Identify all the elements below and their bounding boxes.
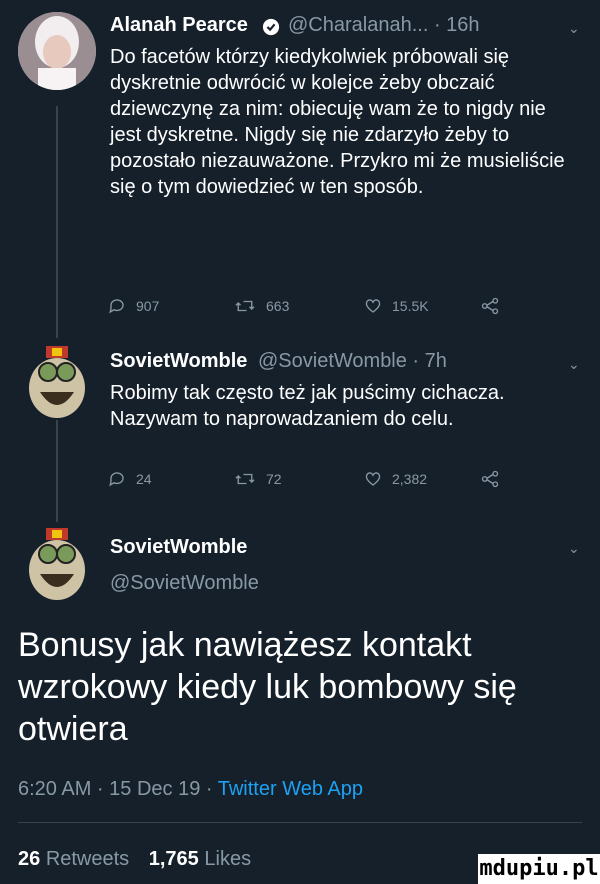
reply-button[interactable]: 24 bbox=[108, 470, 152, 488]
engagement-stats: 26 Retweets 1,765 Likes bbox=[18, 848, 251, 871]
reply-button[interactable]: 907 bbox=[108, 297, 159, 315]
like-button[interactable]: 2,382 bbox=[364, 470, 427, 488]
reply-icon bbox=[109, 299, 124, 314]
tweet2-meta: @SovietWomble · 7h bbox=[258, 350, 447, 372]
reply-count: 907 bbox=[136, 298, 160, 314]
retweet-total[interactable]: 26 bbox=[18, 848, 40, 870]
like-total-label[interactable]: Likes bbox=[204, 848, 251, 870]
like-count: 15.5K bbox=[392, 298, 429, 314]
retweet-button[interactable]: 663 bbox=[234, 297, 289, 315]
chevron-down-icon[interactable]: ⌄ bbox=[568, 540, 580, 557]
avatar[interactable] bbox=[18, 342, 96, 420]
avatar-image bbox=[18, 342, 96, 420]
thread-line bbox=[56, 418, 58, 522]
like-total[interactable]: 1,765 bbox=[149, 848, 199, 870]
tweet2-text: Robimy tak często też jak puścimy cichac… bbox=[110, 382, 505, 430]
heart-icon bbox=[365, 472, 381, 486]
retweet-total-label[interactable]: Retweets bbox=[46, 848, 129, 870]
retweet-icon bbox=[235, 473, 255, 485]
retweet-icon bbox=[235, 300, 255, 312]
chevron-down-icon[interactable]: ⌄ bbox=[568, 20, 580, 37]
tweet-timestamp: 6:20 AM · 15 Dec 19 · Twitter Web App bbox=[18, 778, 363, 801]
share-button[interactable] bbox=[480, 297, 500, 315]
retweet-count: 663 bbox=[266, 298, 290, 314]
retweet-count: 72 bbox=[266, 471, 282, 487]
avatar-image bbox=[18, 12, 96, 90]
watermark: mdupiu.pl bbox=[478, 854, 600, 884]
avatar[interactable] bbox=[18, 524, 96, 602]
like-button[interactable]: 15.5K bbox=[364, 297, 429, 315]
like-count: 2,382 bbox=[392, 471, 428, 487]
chevron-down-icon[interactable]: ⌄ bbox=[568, 356, 580, 373]
retweet-button[interactable]: 72 bbox=[234, 470, 282, 488]
timestamp-text: 6:20 AM · 15 Dec 19 · bbox=[18, 778, 218, 800]
main-tweet-text: Bonusy jak nawiążesz kontakt wzrokowy ki… bbox=[18, 626, 517, 748]
share-icon bbox=[481, 470, 499, 488]
reply-icon bbox=[109, 472, 124, 487]
heart-icon bbox=[365, 299, 381, 313]
share-button[interactable] bbox=[480, 470, 500, 488]
main-handle[interactable]: @SovietWomble bbox=[110, 572, 259, 595]
source-link[interactable]: Twitter Web App bbox=[218, 778, 363, 800]
share-icon bbox=[481, 297, 499, 315]
verified-badge-icon bbox=[262, 18, 280, 36]
reply-count: 24 bbox=[136, 471, 152, 487]
tweet1-meta: @Charalanah... · 16h bbox=[288, 14, 480, 36]
thread-line bbox=[56, 106, 58, 338]
tweet1-display-name[interactable]: Alanah Pearce bbox=[110, 14, 248, 37]
tweet2-display-name[interactable]: SovietWomble bbox=[110, 350, 247, 373]
main-display-name[interactable]: SovietWomble bbox=[110, 536, 247, 559]
tweet1-text: Do facetów którzy kiedykolwiek próbowali… bbox=[110, 46, 565, 198]
divider bbox=[18, 822, 582, 823]
avatar[interactable] bbox=[18, 12, 96, 90]
avatar-image bbox=[18, 524, 96, 602]
